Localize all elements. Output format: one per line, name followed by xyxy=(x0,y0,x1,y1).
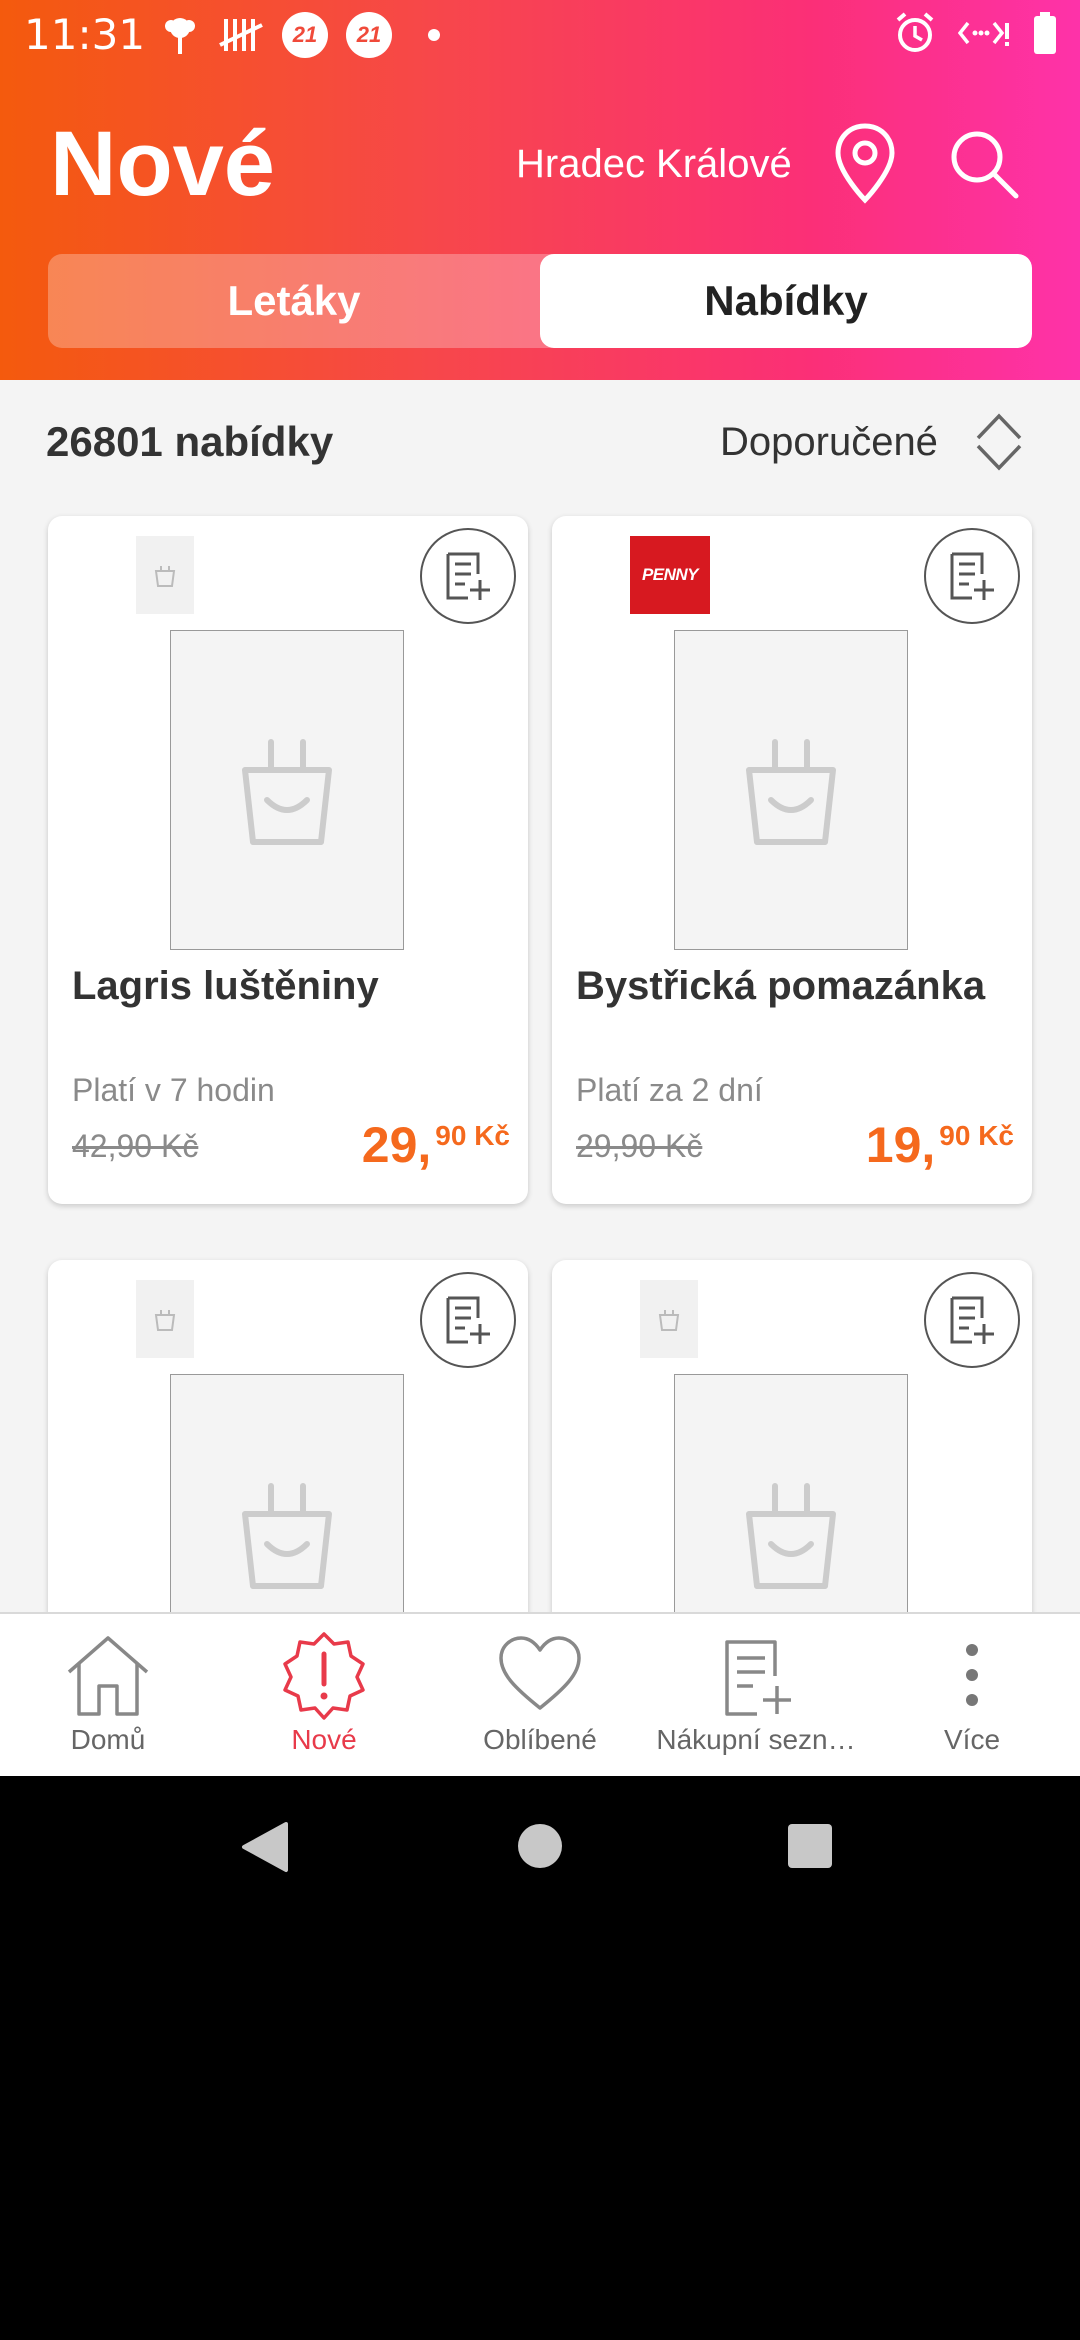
more-icon xyxy=(927,1630,1017,1720)
product-price: 19, 90 Kč xyxy=(866,1116,1014,1174)
status-icons-right xyxy=(894,12,1058,54)
product-price: 29, 90 Kč xyxy=(362,1116,510,1174)
add-to-list-icon xyxy=(446,552,490,600)
add-to-list-icon xyxy=(950,1296,994,1344)
tab-letaky[interactable]: Letáky xyxy=(48,254,540,348)
add-to-list-button[interactable] xyxy=(924,528,1020,624)
page-title: Nové xyxy=(50,113,275,215)
battery-icon xyxy=(1034,12,1056,54)
data-icon xyxy=(958,21,1009,46)
bag-icon xyxy=(746,1483,836,1589)
add-to-list-button[interactable] xyxy=(420,1272,516,1368)
product-card[interactable]: Lagris luštěniny Platí v 7 hodin 42,90 K… xyxy=(48,516,528,1204)
home-icon xyxy=(63,1630,153,1720)
add-to-list-icon xyxy=(950,552,994,600)
product-card[interactable]: PENNY Bystřická pomazánka Platí za 2 dní… xyxy=(552,516,1032,1204)
tally-icon xyxy=(219,19,263,51)
sort-label[interactable]: Doporučené xyxy=(720,420,938,465)
product-name: Lagris luštěniny xyxy=(72,964,379,1008)
location-pin-icon[interactable] xyxy=(830,122,900,204)
system-navigation-bar xyxy=(0,1776,1080,1916)
product-name: Bystřická pomazánka xyxy=(576,964,986,1008)
add-to-list-button[interactable] xyxy=(420,528,516,624)
nav-item-more[interactable]: Více xyxy=(864,1614,1080,1776)
bag-icon xyxy=(746,739,836,845)
more-notifications-dot xyxy=(428,29,440,41)
notification-badge-icon: 21 xyxy=(346,12,392,58)
status-icons-left: 21 21 xyxy=(160,12,440,58)
price-main: 29, xyxy=(361,1117,432,1173)
price-sub: 90 Kč xyxy=(435,1120,510,1151)
search-icon[interactable] xyxy=(946,126,1020,200)
add-to-list-icon xyxy=(446,1296,490,1344)
store-logo: PENNY xyxy=(630,536,710,614)
notification-badge-icon: 21 xyxy=(282,12,328,58)
bag-icon xyxy=(154,1310,176,1331)
status-time: 11:31 xyxy=(24,10,146,59)
bag-icon xyxy=(242,739,332,845)
product-old-price: 42,90 Kč xyxy=(72,1128,199,1164)
nav-item-home[interactable]: Domů xyxy=(0,1614,216,1776)
bag-icon xyxy=(154,566,176,587)
add-to-list-button[interactable] xyxy=(924,1272,1020,1368)
alert-badge-icon xyxy=(279,1630,369,1720)
nav-label: Oblíbené xyxy=(483,1724,597,1755)
back-icon[interactable] xyxy=(240,1820,290,1874)
sort-icon[interactable] xyxy=(974,410,1024,474)
product-image xyxy=(170,630,404,950)
nav-label: Nákupní sezn… xyxy=(656,1724,856,1755)
shopping-list-icon xyxy=(711,1630,801,1720)
price-main: 19, xyxy=(865,1117,936,1173)
offers-count: 26801 nabídky xyxy=(46,418,334,465)
product-validity: Platí v 7 hodin xyxy=(72,1072,275,1108)
price-sub: 90 Kč xyxy=(939,1120,1014,1151)
nav-item-shopping-list[interactable]: Nákupní sezn… xyxy=(648,1614,864,1776)
alarm-icon xyxy=(896,12,934,52)
store-logo xyxy=(640,1280,698,1358)
bag-icon xyxy=(658,1310,680,1331)
nav-label: Nové xyxy=(291,1724,357,1755)
bag-icon xyxy=(242,1483,332,1589)
flower-icon xyxy=(165,18,195,54)
store-logo xyxy=(136,536,194,614)
product-old-price: 29,90 Kč xyxy=(576,1128,703,1164)
home-circle-icon[interactable] xyxy=(516,1822,564,1870)
tab-nabidky[interactable]: Nabídky xyxy=(540,254,1032,348)
store-logo xyxy=(136,1280,194,1358)
nav-label: Domů xyxy=(70,1724,146,1755)
status-bar: 11:31 21 21 xyxy=(0,0,1080,72)
location-label[interactable]: Hradec Králové xyxy=(516,142,792,187)
nav-item-favorites[interactable]: Oblíbené xyxy=(432,1614,648,1776)
heart-icon xyxy=(495,1630,585,1720)
nav-item-nove[interactable]: Nové xyxy=(216,1614,432,1776)
product-image xyxy=(674,630,908,950)
recents-icon[interactable] xyxy=(786,1822,834,1870)
view-toggle: Letáky Nabídky xyxy=(48,254,1032,348)
bottom-navigation: Domů Nové Oblíbené Nákupní sezn… Více xyxy=(0,1612,1080,1776)
header: 11:31 21 21 Nové Hradec Králové Letáky N… xyxy=(0,0,1080,380)
app-screen: 11:31 21 21 Nové Hradec Králové Letáky N… xyxy=(0,0,1080,1776)
nav-label: Více xyxy=(943,1724,1001,1755)
product-validity: Platí za 2 dní xyxy=(576,1072,763,1108)
